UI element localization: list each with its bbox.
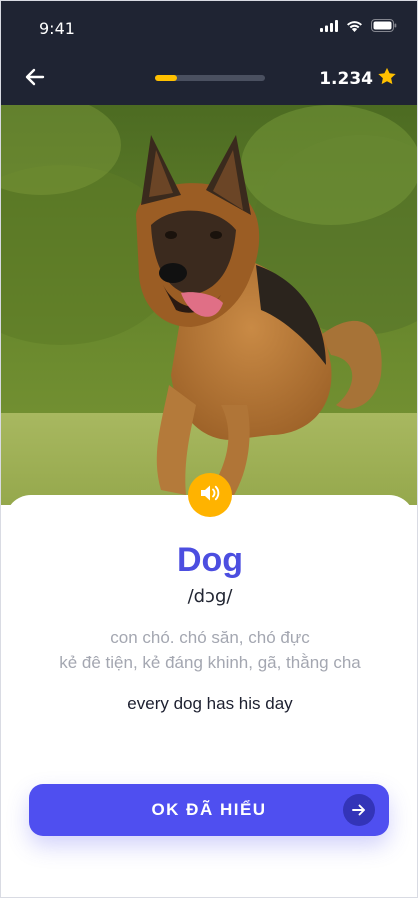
battery-icon [371,19,397,37]
wifi-icon [346,19,363,37]
back-button[interactable] [21,65,49,93]
signal-icon [320,19,338,37]
lesson-progress-bar [155,75,265,81]
arrow-right-icon [343,794,375,826]
phonetic-transcription: /dɔg/ [187,586,233,607]
status-time: 9:41 [39,19,75,38]
score-display: 1.234 [319,67,397,91]
vocabulary-word: Dog [176,541,244,579]
word-photo [1,105,417,505]
lesson-progress-fill [155,75,177,81]
meaning-line: kẻ đê tiện, kẻ đáng khinh, gã, thằng cha [59,653,361,672]
arrow-left-icon [24,66,46,93]
ok-understood-label: OK ĐÃ HIỂU [151,800,267,819]
flashcard-screen: 9:41 1.234 Dog /dɔg/ con chó. chó săn, c… [0,0,418,898]
status-bar: 9:41 [1,1,417,57]
score-value: 1.234 [319,69,373,89]
top-bar: 9:41 1.234 [1,1,417,105]
star-icon [377,67,397,91]
meaning-line: con chó. chó săn, chó đực [110,628,310,647]
speaker-icon [199,483,221,508]
ok-understood-button[interactable]: OK ĐÃ HIỂU [29,784,389,836]
system-icons [320,19,397,37]
example-sentence: every dog has his day [127,694,293,713]
pronunciation-button[interactable] [188,473,232,517]
